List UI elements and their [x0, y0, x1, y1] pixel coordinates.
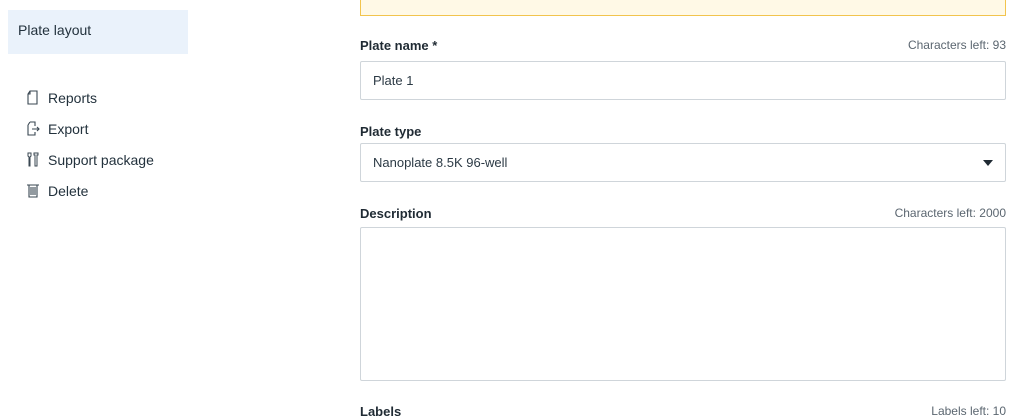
plate-type-selected-value: Nanoplate 8.5K 96-well [373, 155, 508, 170]
export-icon [27, 121, 40, 136]
sidebar-item-label: Delete [48, 182, 89, 199]
sidebar-item-delete[interactable]: Delete [26, 175, 154, 206]
plate-name-char-counter: Characters left: 93 [907, 38, 1006, 52]
labels-label: Labels [360, 404, 402, 419]
sidebar-item-reports[interactable]: Reports [26, 82, 154, 113]
description-label: Description [360, 206, 432, 221]
plate-name-input[interactable]: Plate 1 [360, 61, 1006, 100]
tools-icon [27, 152, 39, 167]
trash-icon [27, 184, 39, 198]
chevron-down-icon[interactable] [983, 160, 993, 166]
sidebar-item-export[interactable]: Export [26, 113, 154, 144]
plate-type-label: Plate type [360, 124, 422, 139]
sidebar-item-label: Reports [48, 89, 98, 106]
plate-form: Plate name * Characters left: 93 Plate 1… [360, 0, 1006, 420]
plate-name-label: Plate name * [360, 38, 438, 53]
sidebar-item-support-package[interactable]: Support package [26, 144, 154, 175]
warning-banner [360, 0, 1006, 16]
description-textarea[interactable] [360, 227, 1006, 381]
sidebar-item-label: Support package [48, 151, 154, 168]
description-char-counter: Characters left: 2000 [894, 206, 1006, 220]
sidebar-action-menu: Reports Export Support package Delete [26, 82, 154, 206]
labels-counter: Labels left: 10 [931, 404, 1006, 418]
plate-type-select[interactable]: Nanoplate 8.5K 96-well [360, 143, 1006, 182]
sidebar-item-plate-layout[interactable]: Plate layout [8, 10, 188, 54]
sidebar: Plate layout Reports Export Support pack… [0, 0, 200, 420]
sidebar-item-label: Export [48, 120, 89, 137]
document-icon [27, 90, 38, 105]
